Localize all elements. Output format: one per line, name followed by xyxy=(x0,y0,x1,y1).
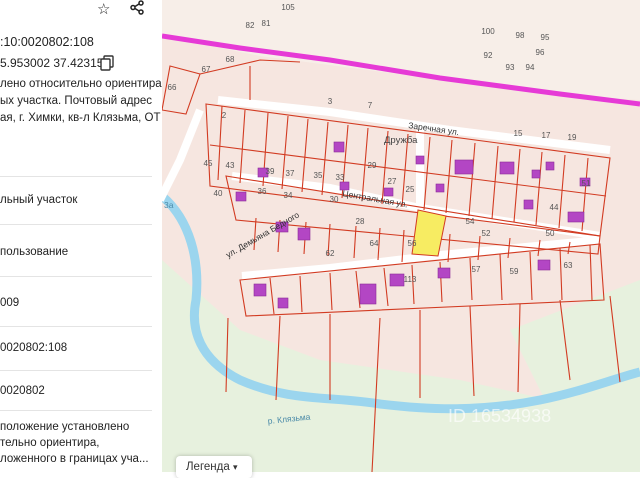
coordinates: 5.953002 37.423152 xyxy=(0,56,111,70)
divider xyxy=(0,370,152,371)
house-number: 44 xyxy=(550,203,559,212)
house-number: 92 xyxy=(484,51,493,60)
house-number: 93 xyxy=(506,63,515,72)
footer-line-3: ложенного в границах уча... xyxy=(0,453,149,465)
house-number: 68 xyxy=(226,55,235,64)
house-number: 45 xyxy=(204,159,213,168)
house-number: 56 xyxy=(408,239,417,248)
house-number: 57 xyxy=(472,265,481,274)
house-number: 100 xyxy=(481,27,495,36)
info-panel: ☆ :10:0020802:108 5.953002 37.423152 лен… xyxy=(0,0,162,472)
house-number: 63 xyxy=(564,261,573,270)
house-number: 54 xyxy=(466,217,475,226)
house-number: 27 xyxy=(388,177,397,186)
use-value: пользование xyxy=(0,246,69,258)
category-value: льный участок xyxy=(0,194,78,206)
watermark-label: ID 16534938 xyxy=(448,406,551,426)
house-number: 43 xyxy=(226,161,235,170)
house-number: 40 xyxy=(214,189,223,198)
share-icon[interactable] xyxy=(130,0,145,19)
house-number: 81 xyxy=(262,19,271,28)
house-number: 96 xyxy=(536,48,545,57)
house-number: 113 xyxy=(404,275,417,284)
area-label-druzhba: Дружба xyxy=(384,135,418,146)
house-number: 7 xyxy=(368,101,373,110)
year-value: 009 xyxy=(0,297,20,309)
house-number: 67 xyxy=(202,65,211,74)
location-line-1: лено относительно ориентира, xyxy=(0,78,162,90)
divider xyxy=(0,410,152,411)
location-line-2: ых участка. Почтовый адрес xyxy=(0,95,153,107)
house-number: 39 xyxy=(266,167,275,176)
side-label: 3а xyxy=(164,200,174,210)
house-number: 94 xyxy=(526,63,535,72)
house-number: 52 xyxy=(482,229,491,238)
quarter-number: 0020802 xyxy=(0,385,45,397)
cadastral-map[interactable]: 81 82 105 100 98 96 95 92 93 94 67 68 66 2 3 7 15 17 19 45 4… xyxy=(162,0,640,472)
house-number: 64 xyxy=(370,239,379,248)
house-number: 17 xyxy=(542,131,551,140)
house-number: 19 xyxy=(568,133,577,142)
house-number: 51 xyxy=(582,179,591,188)
star-icon[interactable]: ☆ xyxy=(97,0,110,18)
divider xyxy=(0,176,152,177)
legend-label: Легенда xyxy=(186,461,230,473)
house-number: 34 xyxy=(284,191,293,200)
parent-number: 0020802:108 xyxy=(0,342,68,354)
house-number: 3 xyxy=(328,97,333,106)
house-number: 59 xyxy=(510,267,519,276)
house-number: 98 xyxy=(516,31,525,40)
divider xyxy=(0,276,152,277)
divider xyxy=(0,224,152,225)
chevron-down-icon: ▾ xyxy=(232,462,238,472)
house-number: 29 xyxy=(368,161,377,170)
legend-button[interactable]: Легенда ▾ xyxy=(176,456,252,478)
house-number: 36 xyxy=(258,187,267,196)
divider xyxy=(0,326,152,327)
house-number: 33 xyxy=(336,173,345,182)
house-number: 62 xyxy=(326,249,335,258)
house-number: 37 xyxy=(286,169,295,178)
house-number: 30 xyxy=(330,195,339,204)
house-number: 15 xyxy=(514,129,523,138)
house-number: 95 xyxy=(541,33,550,42)
house-number: 66 xyxy=(168,83,177,92)
cadastral-number: :10:0020802:108 xyxy=(0,35,94,49)
footer-line-1: положение установлено xyxy=(0,421,130,433)
house-number: 82 xyxy=(246,21,255,30)
location-line-3: ая, г. Химки, кв-л Клязьма, ОТ xyxy=(0,112,161,124)
footer-line-2: тельно ориентира, xyxy=(0,437,100,449)
house-number: 35 xyxy=(314,171,323,180)
copy-icon[interactable] xyxy=(100,55,114,71)
house-number: 2 xyxy=(222,111,227,120)
house-number: 105 xyxy=(281,3,295,12)
house-number: 50 xyxy=(546,229,555,238)
house-number: 25 xyxy=(406,185,415,194)
map-canvas[interactable]: 8182105100 9896959293 9467686623 715 17 1945 4… xyxy=(162,0,640,472)
house-number: 28 xyxy=(356,217,365,226)
